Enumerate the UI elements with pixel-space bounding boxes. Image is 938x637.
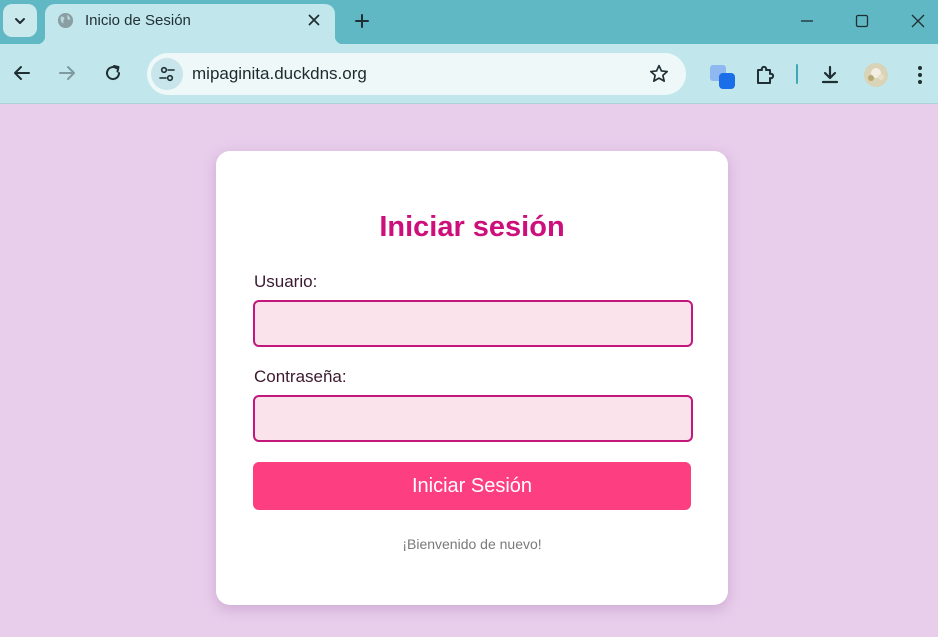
login-card: Iniciar sesión Usuario: Contraseña: Inic… bbox=[216, 151, 728, 605]
tab-search-button[interactable] bbox=[3, 4, 37, 37]
maximize-button[interactable] bbox=[842, 6, 882, 36]
username-input[interactable] bbox=[253, 300, 693, 347]
extensions-button[interactable] bbox=[751, 61, 779, 89]
page-title: Iniciar sesión bbox=[379, 211, 565, 243]
login-button[interactable]: Iniciar Sesión bbox=[253, 462, 691, 510]
tune-icon bbox=[159, 66, 175, 82]
back-arrow-icon bbox=[14, 66, 30, 80]
menu-button[interactable] bbox=[906, 61, 934, 89]
reload-icon bbox=[106, 65, 121, 81]
password-input[interactable] bbox=[253, 395, 693, 442]
toolbar-divider bbox=[796, 64, 798, 84]
maximize-icon bbox=[855, 14, 869, 28]
back-button[interactable] bbox=[6, 57, 38, 89]
reload-button[interactable] bbox=[97, 57, 129, 89]
close-icon bbox=[911, 14, 925, 28]
site-info-button[interactable] bbox=[151, 58, 183, 90]
tab-close-button[interactable] bbox=[303, 9, 325, 31]
forward-button[interactable] bbox=[51, 57, 83, 89]
address-bar[interactable]: mipaginita.duckdns.org bbox=[147, 53, 686, 95]
globe-icon bbox=[57, 12, 74, 29]
new-tab-button[interactable] bbox=[349, 8, 375, 34]
username-label: Usuario: bbox=[254, 272, 318, 291]
password-label: Contraseña: bbox=[254, 367, 347, 386]
avatar-icon bbox=[864, 63, 888, 87]
forward-arrow-icon bbox=[59, 66, 75, 80]
tab-strip: Inicio de Sesión bbox=[0, 0, 938, 44]
url-text[interactable]: mipaginita.duckdns.org bbox=[192, 64, 367, 84]
extension-app-button[interactable] bbox=[708, 61, 736, 89]
puzzle-icon bbox=[757, 65, 775, 84]
download-icon bbox=[821, 65, 839, 84]
minimize-button[interactable] bbox=[787, 6, 827, 36]
tab-title: Inicio de Sesión bbox=[85, 12, 191, 29]
downloads-button[interactable] bbox=[816, 61, 844, 89]
chevron-down-icon bbox=[15, 17, 25, 24]
browser-toolbar: mipaginita.duckdns.org bbox=[0, 44, 938, 104]
close-icon bbox=[308, 14, 320, 26]
profile-button[interactable] bbox=[862, 61, 890, 89]
plus-icon bbox=[355, 14, 369, 28]
active-tab[interactable]: Inicio de Sesión bbox=[37, 4, 343, 44]
star-icon[interactable] bbox=[648, 63, 670, 85]
window-close-button[interactable] bbox=[898, 6, 938, 36]
minimize-icon bbox=[801, 20, 813, 22]
welcome-message: ¡Bienvenido de nuevo! bbox=[402, 536, 542, 552]
app-extension-icon bbox=[710, 65, 735, 89]
kebab-menu-icon bbox=[918, 66, 922, 84]
